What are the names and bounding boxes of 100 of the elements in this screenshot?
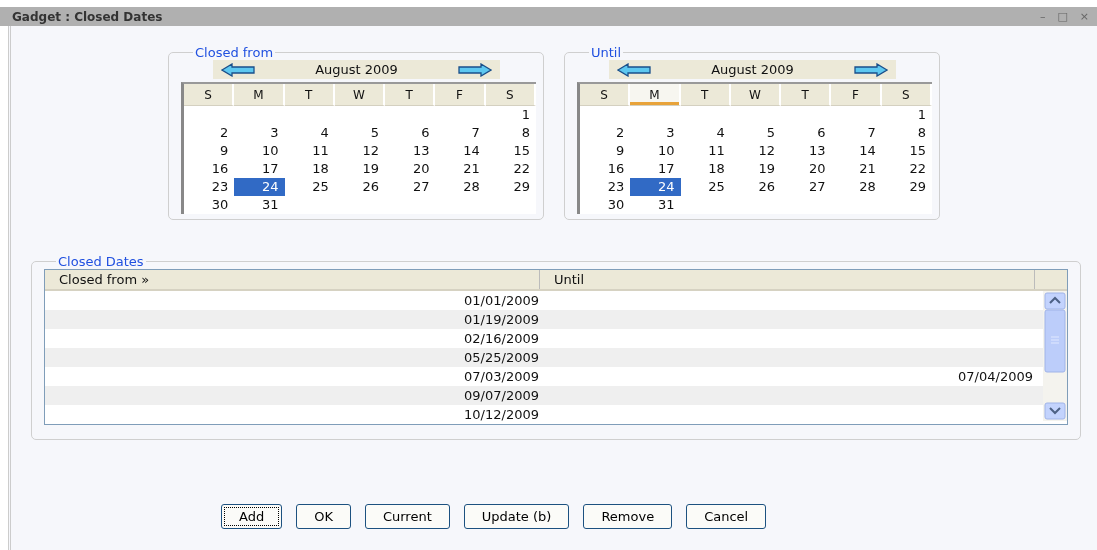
table-cell: 05/25/2009 — [464, 350, 539, 365]
day-cell[interactable]: 7 — [435, 124, 486, 142]
left-arrow-icon[interactable] — [221, 62, 255, 77]
weekday-header: S — [881, 84, 932, 106]
day-cell[interactable]: 1 — [881, 106, 932, 124]
group-label: Until — [590, 45, 623, 60]
day-cell[interactable]: 27 — [781, 178, 832, 196]
day-cell[interactable]: 16 — [580, 160, 631, 178]
day-cell[interactable]: 15 — [881, 142, 932, 160]
cancel-button[interactable]: Cancel — [686, 504, 767, 529]
day-cell[interactable]: 9 — [580, 142, 631, 160]
day-cell[interactable]: 26 — [334, 178, 386, 196]
day-cell[interactable]: 25 — [284, 178, 335, 196]
day-cell[interactable]: 22 — [485, 160, 536, 178]
day-cell[interactable]: 18 — [680, 160, 731, 178]
day-cell[interactable]: 1 — [485, 106, 536, 124]
day-cell[interactable]: 31 — [234, 196, 285, 214]
day-cell[interactable]: 24 — [234, 178, 285, 196]
day-cell[interactable]: 25 — [680, 178, 731, 196]
month-label: August 2009 — [315, 62, 398, 77]
right-arrow-icon[interactable] — [458, 62, 492, 77]
day-cell[interactable]: 19 — [730, 160, 782, 178]
day-cell[interactable]: 19 — [334, 160, 386, 178]
day-cell[interactable]: 4 — [680, 124, 731, 142]
day-cell[interactable]: 14 — [435, 142, 486, 160]
weekday-header: T — [680, 84, 731, 106]
ok-button[interactable]: OK — [296, 504, 351, 529]
day-cell[interactable]: 29 — [485, 178, 536, 196]
day-cell[interactable]: 17 — [630, 160, 681, 178]
weekday-header: T — [284, 84, 335, 106]
day-cell[interactable]: 28 — [435, 178, 486, 196]
day-cell[interactable]: 11 — [284, 142, 335, 160]
day-cell[interactable]: 20 — [781, 160, 832, 178]
weekday-header: W — [334, 84, 386, 106]
day-cell[interactable]: 30 — [184, 196, 235, 214]
day-cell[interactable]: 2 — [184, 124, 235, 142]
day-cell[interactable]: 14 — [831, 142, 882, 160]
day-cell[interactable]: 23 — [184, 178, 235, 196]
day-cell[interactable]: 17 — [234, 160, 285, 178]
weekday-header: T — [385, 84, 436, 106]
day-cell[interactable]: 16 — [184, 160, 235, 178]
table-cell: 09/07/2009 — [464, 388, 539, 403]
day-cell[interactable]: 3 — [234, 124, 285, 142]
day-cell[interactable]: 4 — [284, 124, 335, 142]
add-button[interactable]: Add — [221, 504, 283, 529]
weekday-header: F — [435, 84, 486, 106]
table-cell: 07/03/2009 — [464, 369, 539, 384]
window-title: Gadget : Closed Dates — [12, 9, 164, 24]
day-cell[interactable]: 29 — [881, 178, 932, 196]
day-cell[interactable]: 7 — [831, 124, 882, 142]
weekday-header: M — [630, 84, 681, 106]
day-cell[interactable]: 20 — [385, 160, 436, 178]
day-cell[interactable]: 28 — [831, 178, 882, 196]
day-cell[interactable]: 6 — [385, 124, 436, 142]
weekday-header: W — [730, 84, 782, 106]
day-cell[interactable]: 10 — [234, 142, 285, 160]
group-label: Closed Dates — [57, 254, 145, 269]
day-cell[interactable]: 24 — [630, 178, 681, 196]
day-cell[interactable]: 13 — [385, 142, 436, 160]
table-cell: 07/04/2009 — [958, 369, 1033, 384]
day-cell[interactable]: 6 — [781, 124, 832, 142]
day-cell[interactable]: 27 — [385, 178, 436, 196]
weekday-header: F — [831, 84, 882, 106]
day-cell[interactable]: 21 — [435, 160, 486, 178]
day-cell[interactable]: 5 — [730, 124, 782, 142]
day-cell[interactable]: 5 — [334, 124, 386, 142]
day-cell[interactable]: 15 — [485, 142, 536, 160]
day-cell[interactable]: 18 — [284, 160, 335, 178]
day-cell[interactable]: 30 — [580, 196, 631, 214]
day-cell[interactable]: 10 — [630, 142, 681, 160]
month-label: August 2009 — [711, 62, 794, 77]
weekday-header: M — [234, 84, 285, 106]
weekday-header: S — [184, 84, 235, 106]
table-cell: 02/16/2009 — [464, 331, 539, 346]
left-arrow-icon[interactable] — [617, 62, 651, 77]
day-cell[interactable]: 8 — [881, 124, 932, 142]
day-cell[interactable]: 31 — [630, 196, 681, 214]
remove-button[interactable]: Remove — [583, 504, 673, 529]
day-cell[interactable]: 22 — [881, 160, 932, 178]
right-arrow-icon[interactable] — [854, 62, 888, 77]
day-cell[interactable]: 11 — [680, 142, 731, 160]
day-cell[interactable]: 26 — [730, 178, 782, 196]
scrollbar[interactable] — [1043, 291, 1067, 421]
day-cell[interactable]: 8 — [485, 124, 536, 142]
current-button[interactable]: Current — [364, 504, 450, 529]
column-header[interactable]: Until — [540, 270, 1035, 289]
day-cell[interactable]: 23 — [580, 178, 631, 196]
day-cell[interactable]: 13 — [781, 142, 832, 160]
day-cell[interactable]: 21 — [831, 160, 882, 178]
day-cell[interactable]: 3 — [630, 124, 681, 142]
weekday-header: T — [781, 84, 832, 106]
update-button[interactable]: Update (b) — [463, 504, 570, 529]
table-cell: 01/01/2009 — [464, 293, 539, 308]
column-header[interactable]: Closed from » — [45, 270, 540, 289]
table-cell: 10/12/2009 — [464, 407, 539, 422]
day-cell[interactable]: 12 — [730, 142, 782, 160]
day-cell[interactable]: 9 — [184, 142, 235, 160]
group-label: Closed from — [194, 45, 275, 60]
day-cell[interactable]: 2 — [580, 124, 631, 142]
day-cell[interactable]: 12 — [334, 142, 386, 160]
